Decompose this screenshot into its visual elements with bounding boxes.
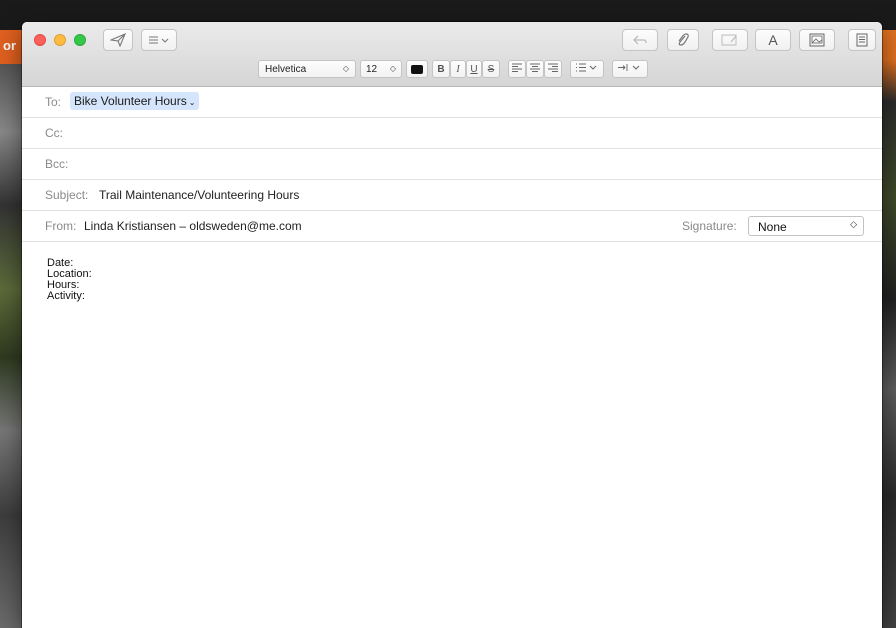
to-field-row[interactable]: To: Bike Volunteer Hours ⌄ [22,87,882,118]
indent-icon [618,63,642,75]
toolbar: A Helvetica ◇ 12 ◇ B I U S [22,22,882,87]
updown-icon: ◇ [850,219,857,229]
message-body[interactable]: Date: Location: Hours: Activity: [47,258,92,302]
font-family-value: Helvetica [265,63,307,75]
bcc-field-row[interactable]: Bcc: [22,149,882,180]
list-chevron-icon [148,35,170,45]
fonts-label: A [768,32,778,48]
align-center-icon [530,63,540,75]
bold-label: B [437,63,445,75]
indent-button[interactable] [612,60,648,78]
from-account-select[interactable]: Linda Kristiansen – oldsweden@me.com [84,219,302,233]
align-right-icon [548,63,558,75]
attach-button[interactable] [667,29,699,51]
from-label: From: [45,219,77,233]
cc-label: Cc: [45,126,63,140]
align-center-button[interactable] [526,60,544,78]
signature-label: Signature: [682,219,737,233]
markup-button[interactable] [712,29,748,51]
background-text: or [3,38,16,53]
window-controls [34,34,86,46]
photo-browser-icon [809,33,825,47]
bcc-label: Bcc: [45,157,69,171]
font-size-value: 12 [366,63,378,75]
to-label: To: [45,95,62,109]
list-icon [576,63,598,75]
from-field-row: From: Linda Kristiansen – oldsweden@me.c… [22,211,882,242]
align-right-button[interactable] [544,60,562,78]
strikethrough-button[interactable]: S [482,60,500,78]
body-line: Activity: [47,290,85,302]
format-panel-button[interactable] [848,29,876,51]
chevron-down-icon: ⌄ [188,98,196,107]
markup-icon [721,33,739,47]
list-style-button[interactable] [570,60,604,78]
cc-field-row[interactable]: Cc: [22,118,882,149]
subject-input[interactable]: Trail Maintenance/Volunteering Hours [99,188,299,202]
header-fields-button[interactable] [141,29,177,51]
font-family-select[interactable]: Helvetica ◇ [258,60,356,78]
compose-window: A Helvetica ◇ 12 ◇ B I U S To: Bike Volu… [22,22,882,628]
signature-select[interactable]: None ◇ [748,216,864,236]
color-swatch-icon [411,64,423,74]
recipient-name: Bike Volunteer Hours [74,94,187,108]
reply-button[interactable] [622,29,658,51]
paper-plane-icon [110,33,126,47]
close-button[interactable] [34,34,46,46]
subject-field-row[interactable]: Subject: Trail Maintenance/Volunteering … [22,180,882,211]
strikethrough-label: S [487,63,495,75]
bold-button[interactable]: B [432,60,450,78]
paperclip-icon [676,32,690,48]
underline-button[interactable]: U [466,60,482,78]
text-color-button[interactable] [406,60,428,78]
zoom-button[interactable] [74,34,86,46]
signature-value: None [758,220,787,234]
fonts-button[interactable]: A [755,29,791,51]
updown-icon: ◇ [342,64,349,73]
align-left-icon [512,63,522,75]
send-button[interactable] [103,29,133,51]
italic-button[interactable]: I [450,60,466,78]
subject-label: Subject: [45,188,89,202]
font-size-select[interactable]: 12 ◇ [360,60,402,78]
photo-browser-button[interactable] [799,29,835,51]
updown-icon: ◇ [389,64,396,73]
format-panel-icon [856,33,868,47]
minimize-button[interactable] [54,34,66,46]
italic-label: I [456,63,460,75]
align-left-button[interactable] [508,60,526,78]
underline-label: U [470,63,478,75]
recipient-token[interactable]: Bike Volunteer Hours ⌄ [70,92,200,110]
reply-arrow-icon [632,34,648,46]
format-bar: Helvetica ◇ 12 ◇ B I U S [22,60,882,80]
